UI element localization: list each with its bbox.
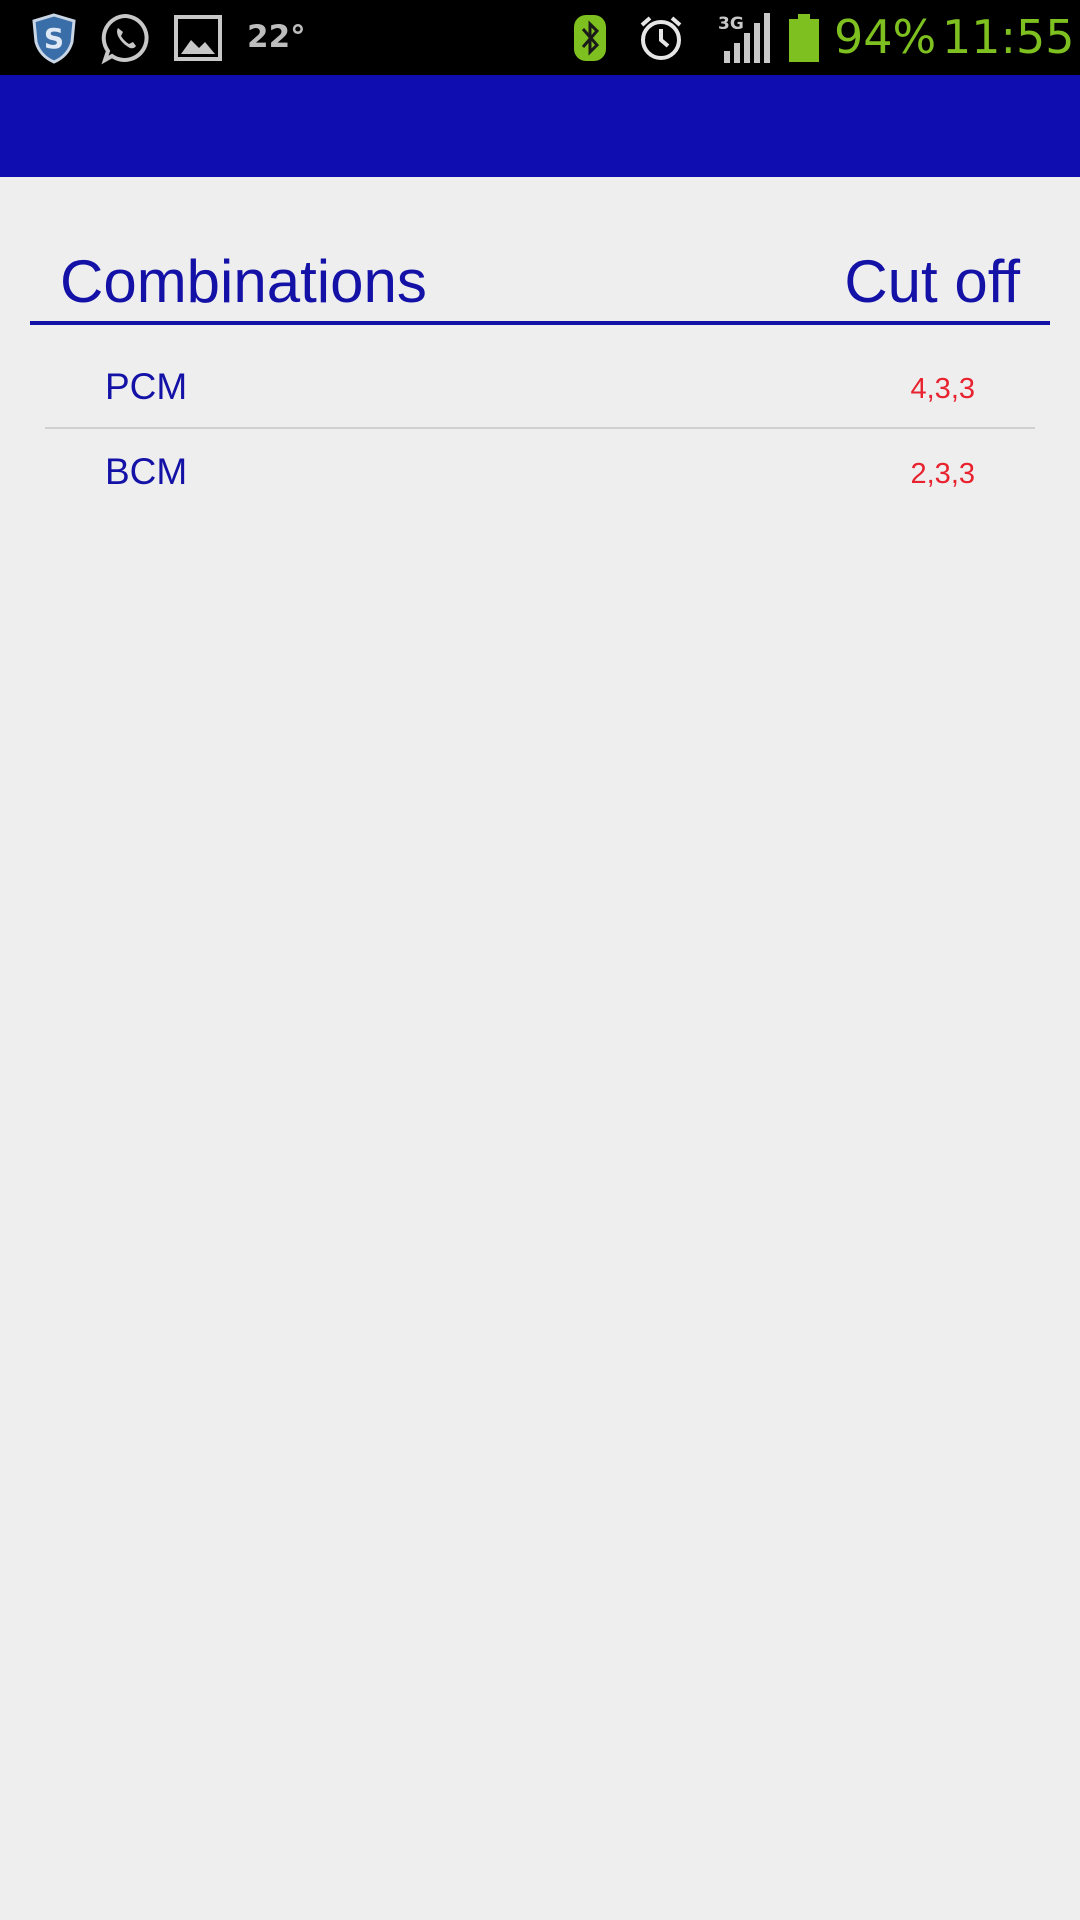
- bluetooth-icon: [572, 0, 608, 75]
- battery-percent: 94%: [834, 10, 937, 64]
- status-bar: S 22° 3G 94% 11:55: [0, 0, 1080, 75]
- list-item[interactable]: PCM 4,3,3: [45, 347, 1035, 429]
- cutoff-value: 4,3,3: [910, 373, 976, 405]
- temperature-text: 22°: [247, 19, 306, 55]
- signal-icon: 3G: [716, 0, 772, 75]
- cutoff-header: Cut off: [844, 248, 1020, 315]
- gallery-icon: [172, 0, 224, 75]
- combination-name: BCM: [105, 451, 188, 492]
- whatsapp-icon: [98, 0, 154, 75]
- svg-text:S: S: [44, 22, 64, 55]
- list-item[interactable]: BCM 2,3,3: [45, 432, 1035, 512]
- cutoff-value: 2,3,3: [910, 458, 976, 490]
- alarm-icon: [636, 0, 686, 75]
- network-type-label: 3G: [718, 14, 744, 34]
- content-area: Combinations Cut off PCM 4,3,3 BCM 2,3,3: [0, 177, 1080, 1920]
- clock: 11:55: [942, 10, 1075, 64]
- combination-name: PCM: [105, 366, 188, 407]
- combinations-header: Combinations: [60, 248, 427, 315]
- battery-icon: [786, 0, 822, 75]
- shield-icon: S: [28, 0, 80, 75]
- action-bar: [0, 75, 1080, 177]
- table-header: Combinations Cut off: [30, 243, 1050, 325]
